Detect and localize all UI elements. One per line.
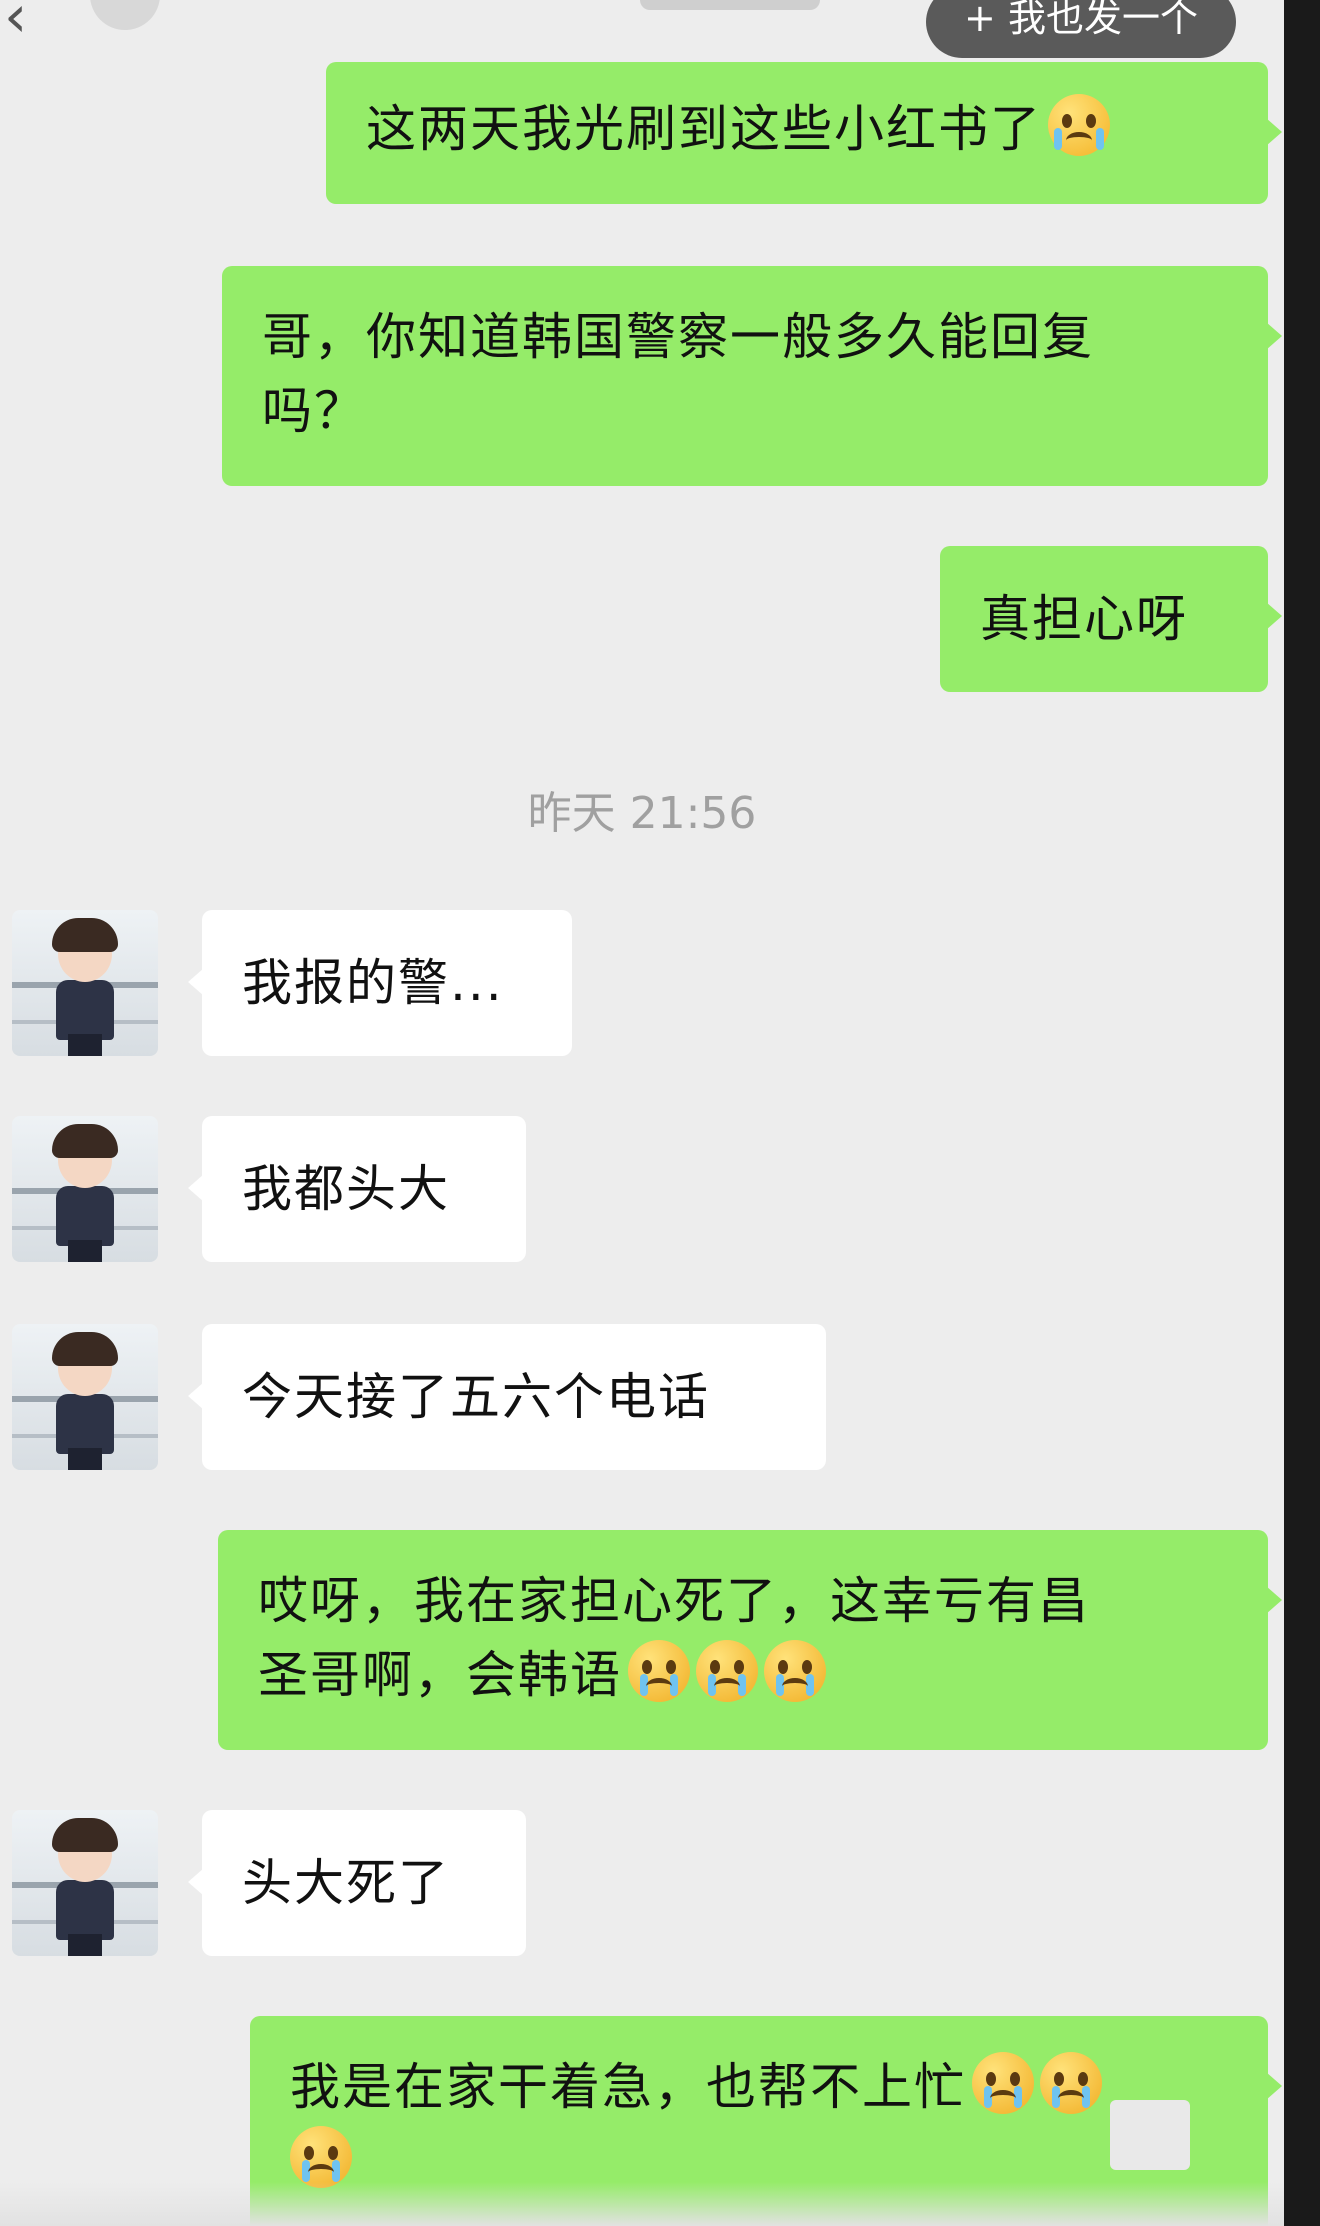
message-text: 这两天我光刷到这些小红书了 <box>366 100 1042 158</box>
message-bubble-theirs[interactable]: 今天接了五六个电话 <box>188 1324 826 1470</box>
message-text-line: 吗？ <box>262 382 366 440</box>
message-bubble-theirs[interactable]: 我报的警... <box>188 910 572 1056</box>
contact-avatar[interactable] <box>12 1116 158 1262</box>
crying-emoji-icon <box>290 2126 352 2188</box>
message-text: 我是在家干着急，也帮不上忙 <box>290 2058 966 2116</box>
message-bubble-mine[interactable]: 这两天我光刷到这些小红书了 <box>326 62 1282 204</box>
crying-laughing-emoji-icon <box>1048 94 1110 156</box>
crying-emoji-icon <box>972 2052 1034 2114</box>
contact-avatar[interactable] <box>12 1324 158 1470</box>
message-bubble-mine[interactable]: 真担心呀 <box>940 546 1282 692</box>
chat-title <box>640 0 820 10</box>
crying-emoji-icon <box>1040 2052 1102 2114</box>
message-text: 我都头大 <box>242 1160 450 1218</box>
header-avatar <box>90 0 160 30</box>
post-button[interactable]: + 我也发一个 <box>926 0 1236 58</box>
chat-header: ‹ + 我也发一个 <box>0 0 1284 58</box>
crying-emoji-icon <box>696 1640 758 1702</box>
contact-avatar[interactable] <box>12 1810 158 1956</box>
bottom-fade <box>0 2182 1284 2226</box>
message-bubble-mine[interactable]: 哎呀，我在家担心死了，这幸亏有昌 圣哥啊，会韩语 <box>218 1530 1282 1750</box>
message-text-line: 哥，你知道韩国警察一般多久能回复 <box>262 308 1094 366</box>
message-text: 我报的警... <box>242 954 504 1012</box>
crying-emoji-icon <box>628 1640 690 1702</box>
contact-avatar[interactable] <box>12 910 158 1056</box>
message-bubble-mine[interactable]: 哥，你知道韩国警察一般多久能回复 吗？ <box>222 266 1282 486</box>
crying-emoji-icon <box>764 1640 826 1702</box>
message-text: 今天接了五六个电话 <box>242 1368 710 1426</box>
message-timestamp: 昨天 21:56 <box>527 788 757 839</box>
message-text-line: 圣哥啊，会韩语 <box>258 1638 1228 1712</box>
obscured-patch <box>1110 2100 1190 2170</box>
message-bubble-theirs[interactable]: 我都头大 <box>188 1116 526 1262</box>
message-text: 头大死了 <box>242 1854 450 1912</box>
message-text: 真担心呀 <box>980 590 1188 648</box>
screen-edge <box>1284 0 1320 2226</box>
message-bubble-theirs[interactable]: 头大死了 <box>188 1810 526 1956</box>
back-icon[interactable]: ‹ <box>4 0 48 48</box>
message-text-line: 哎呀，我在家担心死了，这幸亏有昌 <box>258 1572 1090 1630</box>
